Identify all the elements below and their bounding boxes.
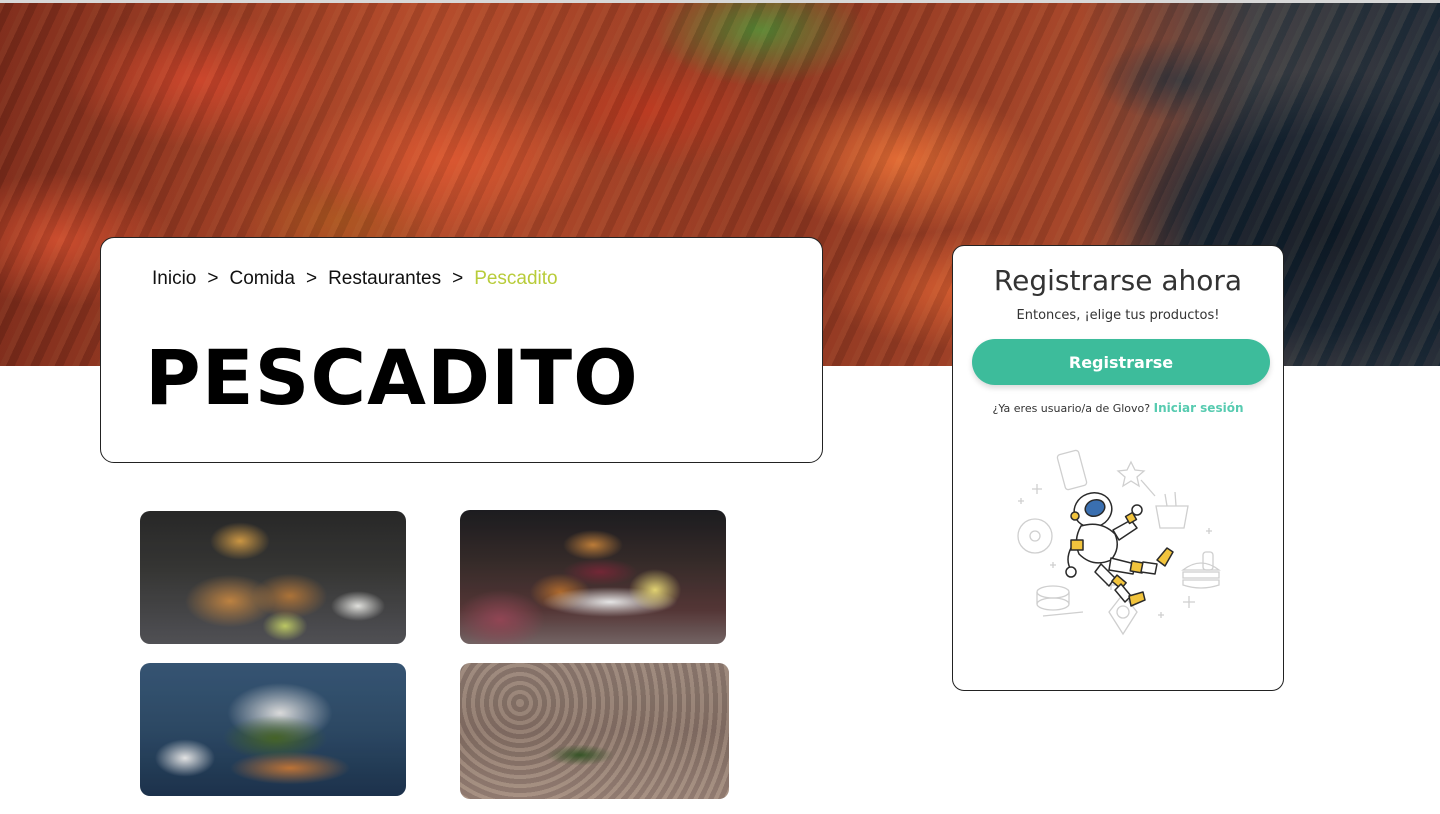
login-prompt-text: ¿Ya eres usuario/a de Glovo? [992,402,1151,415]
seafood-paella-photo [460,663,729,799]
login-prompt: ¿Ya eres usuario/a de Glovo? Iniciar ses… [953,401,1283,415]
fish-sandwich-photo [140,663,406,796]
breadcrumb-separator: > [207,268,219,289]
restaurant-header-card: Inicio > Comida > Restaurantes > Pescadi… [100,237,823,463]
breadcrumb-separator: > [452,268,464,289]
register-card: Registrarse ahora Entonces, ¡elige tus p… [952,245,1284,691]
breadcrumb-separator: > [305,268,318,289]
breadcrumb-item-inicio[interactable]: Inicio [152,268,196,290]
burger-plate-photo [460,510,726,644]
hero-top-border [0,0,1440,3]
register-subtitle: Entonces, ¡elige tus productos! [1016,308,1220,323]
register-button[interactable]: Registrarse [972,339,1270,385]
fish-and-chips-photo [140,511,406,644]
breadcrumb-current: Pescadito [474,268,558,289]
breadcrumb-item-restaurantes[interactable]: Restaurantes [328,268,441,290]
breadcrumb: Inicio > Comida > Restaurantes > Pescadi… [152,268,558,290]
page-title: PESCADITO [145,333,639,422]
astronaut-illustration [1017,449,1221,636]
login-link[interactable]: Iniciar sesión [1154,401,1244,415]
breadcrumb-item-comida[interactable]: Comida [229,268,294,290]
register-title: Registrarse ahora [993,264,1243,297]
